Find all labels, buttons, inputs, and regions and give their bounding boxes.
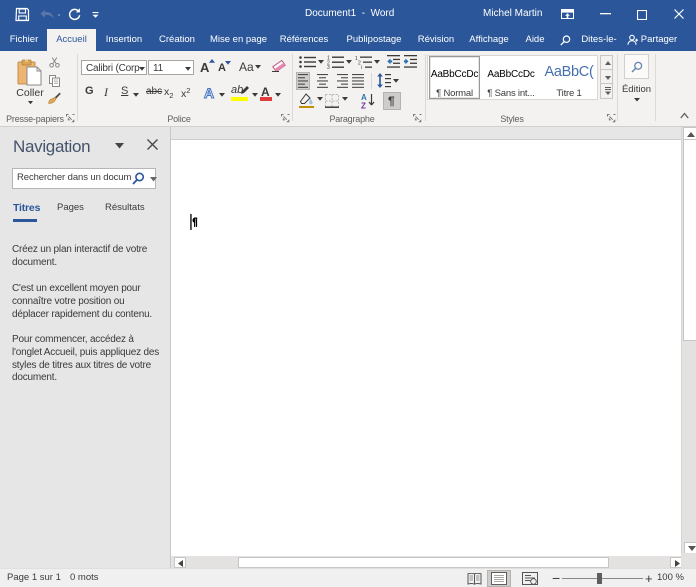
svg-text:Z: Z (361, 102, 366, 110)
svg-text:3: 3 (327, 65, 330, 69)
svg-text:i: i (361, 65, 362, 69)
